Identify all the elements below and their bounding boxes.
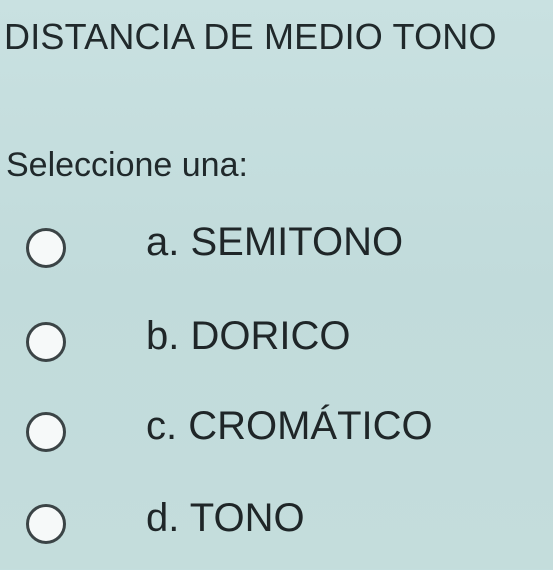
answer-option-label[interactable]: c. CROMÁTICO <box>146 404 433 449</box>
answer-option-label[interactable]: d. TONO <box>146 496 305 541</box>
radio-unchecked-icon[interactable] <box>26 228 66 268</box>
answer-option-b[interactable]: b. DORICO <box>0 308 553 388</box>
answer-option-c[interactable]: c. CROMÁTICO <box>0 398 553 478</box>
answer-option-label[interactable]: b. DORICO <box>146 314 350 359</box>
answer-option-a[interactable]: a. SEMITONO <box>0 214 553 294</box>
select-one-prompt: Seleccione una: <box>6 146 248 184</box>
radio-unchecked-icon[interactable] <box>26 412 66 452</box>
radio-unchecked-icon[interactable] <box>26 504 66 544</box>
radio-unchecked-icon[interactable] <box>26 322 66 362</box>
question-text: DISTANCIA DE MEDIO TONO <box>4 16 497 57</box>
quiz-question-panel: DISTANCIA DE MEDIO TONO Seleccione una: … <box>0 0 553 569</box>
answer-option-d[interactable]: d. TONO <box>0 490 553 570</box>
answer-option-label[interactable]: a. SEMITONO <box>146 220 403 265</box>
